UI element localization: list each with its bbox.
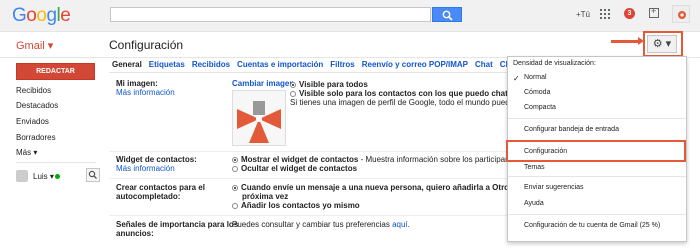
- notifications-badge[interactable]: 3: [624, 8, 635, 19]
- share-icon[interactable]: [649, 6, 659, 18]
- search-icon: [442, 10, 453, 21]
- page-title: Configuración: [109, 38, 184, 52]
- annotation-arrow: [611, 37, 644, 45]
- importance-label-2: anuncios:: [116, 229, 154, 238]
- tab-general[interactable]: General: [112, 60, 142, 69]
- auto-add-contacts-option-cont: próxima vez: [242, 192, 289, 201]
- autocomplete-label-2: autocompletado:: [116, 192, 181, 201]
- chat-user-name[interactable]: Luis ▾: [33, 172, 54, 181]
- menu-item-density-normal[interactable]: Normal: [524, 74, 547, 81]
- plus-you-link[interactable]: +Tú: [576, 10, 590, 19]
- menu-separator: [508, 176, 686, 177]
- tab-chat[interactable]: Chat: [475, 60, 493, 69]
- autocomplete-label: Crear contactos para el: [116, 183, 205, 192]
- tabs-divider: [109, 72, 509, 73]
- menu-item-help[interactable]: Ayuda: [524, 200, 544, 207]
- row-divider: [109, 151, 509, 152]
- radio-visible-contacts[interactable]: [290, 90, 296, 97]
- menu-item-density-compact[interactable]: Compacta: [524, 104, 556, 111]
- gmail-menu[interactable]: Gmail ▾: [16, 39, 53, 52]
- image-visibility-all[interactable]: Visible para todos: [290, 80, 368, 89]
- search-button[interactable]: [432, 7, 462, 22]
- radio-auto-add[interactable]: [232, 184, 238, 191]
- sidebar-item-drafts[interactable]: Borradores: [16, 133, 56, 142]
- tab-filters[interactable]: Filtros: [330, 60, 354, 69]
- importance-label: Señales de importancia para los: [116, 220, 239, 229]
- hide-contacts-widget-option[interactable]: Ocultar el widget de contactos: [232, 164, 357, 173]
- row-divider: [109, 215, 509, 216]
- sidebar-item-more[interactable]: Más ▾: [16, 148, 37, 157]
- settings-tabs: General Etiquetas Recibidos Cuentas e impor…: [112, 60, 547, 69]
- search-input[interactable]: [110, 7, 431, 22]
- tab-inbox[interactable]: Recibidos: [192, 60, 230, 69]
- radio-manual-add[interactable]: [232, 202, 238, 209]
- check-icon: ✓: [513, 74, 520, 83]
- logo-letter: o: [36, 5, 47, 26]
- chat-search-button[interactable]: [86, 168, 100, 182]
- search-icon: [88, 170, 97, 179]
- manual-add-contacts-option[interactable]: Añadir los contactos yo mismo: [232, 201, 360, 210]
- radio-hide-widget[interactable]: [232, 165, 238, 172]
- avatar-image-icon: [678, 11, 686, 19]
- logo-letter: G: [12, 5, 27, 26]
- avatar[interactable]: [672, 5, 690, 23]
- contacts-widget-more-link[interactable]: Más información: [116, 164, 175, 173]
- radio-show-widget[interactable]: [232, 156, 238, 163]
- logo-letter: o: [26, 5, 37, 26]
- importance-text: Puedes consultar y cambiar tus preferenc…: [232, 220, 410, 229]
- menu-item-configure-inbox[interactable]: Configurar bandeja de entrada: [524, 126, 619, 133]
- sidebar-divider: [16, 162, 96, 163]
- menu-separator: [508, 214, 686, 215]
- sub-bar: [0, 32, 700, 58]
- my-image-more-link[interactable]: Más información: [116, 88, 175, 97]
- chat-avatar[interactable]: [16, 170, 28, 182]
- density-heading: Densidad de visualización:: [513, 60, 596, 67]
- profile-image[interactable]: [232, 90, 286, 146]
- importance-here-link[interactable]: aquí: [392, 220, 408, 229]
- sidebar-item-sent[interactable]: Enviados: [16, 117, 49, 126]
- profile-image-icon: [237, 101, 281, 143]
- sidebar-item-starred[interactable]: Destacados: [16, 101, 58, 110]
- menu-item-account-settings[interactable]: Configuración de tu cuenta de Gmail (25 …: [524, 222, 660, 229]
- row-divider: [109, 178, 509, 179]
- apps-grid-icon[interactable]: [600, 9, 610, 19]
- google-logo[interactable]: Google: [12, 5, 71, 27]
- tab-forwarding[interactable]: Reenvío y correo POP/IMAP: [362, 60, 468, 69]
- menu-item-feedback[interactable]: Enviar sugerencias: [524, 184, 584, 191]
- logo-letter: g: [46, 5, 57, 26]
- image-visibility-contacts[interactable]: Visible solo para los contactos con los …: [290, 89, 520, 98]
- radio-visible-all[interactable]: [290, 81, 296, 88]
- logo-letter: e: [60, 5, 71, 26]
- tab-accounts[interactable]: Cuentas e importación: [237, 60, 323, 69]
- chat-status-icon: [55, 174, 60, 179]
- change-image-link[interactable]: Cambiar imagen: [232, 79, 294, 88]
- image-note: Si tienes una imagen de perfil de Google…: [290, 98, 536, 107]
- compose-button[interactable]: REDACTAR: [16, 63, 95, 80]
- menu-separator: [508, 118, 686, 119]
- tab-labels[interactable]: Etiquetas: [149, 60, 185, 69]
- settings-highlight-box: [506, 140, 686, 162]
- settings-gear-button[interactable]: ⚙ ▾: [647, 35, 677, 53]
- menu-item-density-comfortable[interactable]: Cómoda: [524, 89, 550, 96]
- contacts-widget-label: Widget de contactos:: [116, 155, 197, 164]
- sidebar-item-inbox[interactable]: Recibidos: [16, 86, 51, 95]
- my-image-label: Mi imagen:: [116, 79, 158, 88]
- menu-item-themes[interactable]: Temas: [524, 164, 545, 171]
